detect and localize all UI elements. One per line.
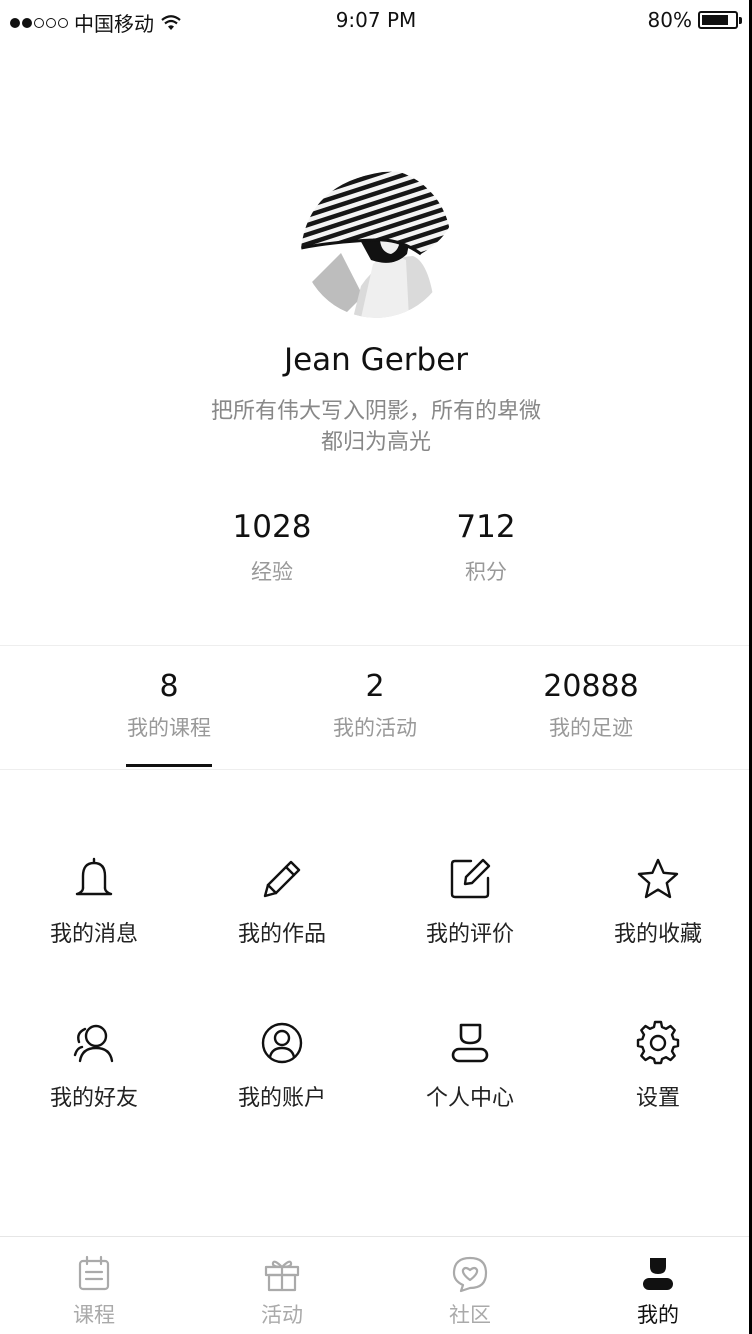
avatar[interactable]	[301, 168, 451, 318]
tab-label: 我的活动	[333, 716, 417, 740]
nav-label: 课程	[73, 1303, 115, 1327]
nav-mine[interactable]: 我的	[564, 1255, 752, 1329]
avatar-photo-icon	[301, 168, 451, 318]
tab-label: 我的足迹	[549, 716, 633, 740]
menu-label: 我的作品	[237, 922, 326, 947]
stat-experience[interactable]: 1028 经验	[192, 508, 352, 586]
menu-label: 我的好友	[49, 1086, 138, 1111]
divider	[0, 645, 752, 646]
edit-icon	[447, 856, 493, 902]
user-filled-icon	[639, 1255, 677, 1293]
tab-my-footprints[interactable]: 20888 我的足迹	[501, 668, 681, 742]
battery-fill	[702, 15, 728, 25]
bio-line: 都归为高光	[320, 430, 431, 455]
menu-my-messages[interactable]: 我的消息	[0, 856, 188, 948]
nav-activities[interactable]: 活动	[188, 1255, 376, 1329]
user-bio: 把所有伟大写入阴影，所有的卑微 都归为高光	[0, 396, 752, 458]
menu-settings[interactable]: 设置	[564, 1020, 752, 1112]
gear-icon	[635, 1020, 681, 1066]
status-time: 9:07 PM	[335, 8, 417, 32]
bio-line: 把所有伟大写入阴影，所有的卑微	[210, 399, 541, 424]
stat-value: 1028	[232, 509, 312, 545]
pencil-icon	[259, 856, 305, 902]
menu-label: 我的评价	[425, 922, 514, 947]
bell-icon	[71, 856, 117, 902]
status-bar: 中国移动 9:07 PM 80%	[0, 0, 752, 40]
battery-tip	[739, 17, 742, 24]
tab-value: 2	[365, 669, 385, 704]
person-icon	[447, 1020, 493, 1066]
menu-personal-center[interactable]: 个人中心	[376, 1020, 564, 1112]
menu-my-reviews[interactable]: 我的评价	[376, 856, 564, 948]
tab-label: 我的课程	[127, 716, 211, 740]
stat-label: 积分	[465, 560, 507, 584]
star-icon	[635, 856, 681, 902]
battery-icon	[698, 11, 742, 29]
gift-icon	[263, 1255, 301, 1293]
active-tab-indicator	[126, 764, 212, 767]
stat-points[interactable]: 712 积分	[406, 508, 566, 586]
battery-percent: 80%	[647, 8, 692, 32]
status-right: 80%	[647, 8, 742, 32]
menu-label: 设置	[635, 1086, 680, 1111]
menu-my-friends[interactable]: 我的好友	[0, 1020, 188, 1112]
stat-value: 712	[456, 509, 516, 545]
bottom-nav: 课程 活动 社区 我的	[0, 1236, 752, 1334]
menu-my-account[interactable]: 我的账户	[188, 1020, 376, 1112]
stat-label: 经验	[251, 560, 293, 584]
profile-screen: 中国移动 9:07 PM 80% Jean Gerber 把所有伟大写入阴影，所…	[0, 0, 752, 1334]
friends-icon	[71, 1020, 117, 1066]
menu-label: 我的收藏	[613, 922, 702, 947]
menu-label: 个人中心	[425, 1086, 514, 1111]
nav-courses[interactable]: 课程	[0, 1255, 188, 1329]
menu-my-works[interactable]: 我的作品	[188, 856, 376, 948]
tab-value: 8	[159, 669, 179, 704]
nav-community[interactable]: 社区	[376, 1255, 564, 1329]
calendar-icon	[75, 1255, 113, 1293]
heart-bubble-icon	[451, 1255, 489, 1293]
divider	[0, 769, 752, 770]
tab-value: 20888	[543, 669, 639, 704]
nav-label: 社区	[449, 1303, 491, 1327]
account-icon	[259, 1020, 305, 1066]
menu-label: 我的消息	[49, 922, 138, 947]
nav-label: 活动	[261, 1303, 303, 1327]
tab-my-activities[interactable]: 2 我的活动	[285, 668, 465, 742]
user-name: Jean Gerber	[283, 342, 469, 378]
nav-label: 我的	[637, 1303, 679, 1327]
menu-my-favorites[interactable]: 我的收藏	[564, 856, 752, 948]
menu-label: 我的账户	[237, 1086, 326, 1111]
tab-my-courses[interactable]: 8 我的课程	[79, 668, 259, 742]
